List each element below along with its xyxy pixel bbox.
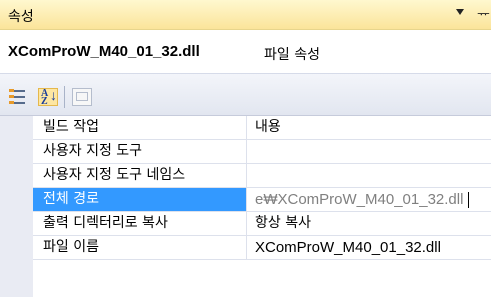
- property-value[interactable]: 내용: [255, 116, 491, 139]
- panel-title: 속성: [8, 9, 34, 25]
- property-value-field[interactable]: e₩XComProW_M40_01_32.dll: [255, 188, 491, 211]
- property-value[interactable]: 항상 복사: [255, 212, 491, 235]
- property-name: 빌드 작업: [43, 119, 99, 135]
- grid-gutter: [0, 116, 33, 297]
- property-name: 사용자 지정 도구: [43, 143, 143, 159]
- property-name: 출력 디렉터리로 복사: [43, 215, 168, 231]
- object-selector[interactable]: XComProW_M40_01_32.dll 파일 속성: [0, 30, 491, 74]
- column-divider[interactable]: [246, 188, 247, 212]
- property-row[interactable]: 사용자 지정 도구 네임스: [33, 164, 491, 188]
- property-grid: 빌드 작업 내용 사용자 지정 도구 사용자 지정 도구 네임스 전체 경로 e…: [0, 116, 491, 297]
- properties-toolbar: A Z ↓: [0, 74, 491, 116]
- property-pages-button[interactable]: [72, 88, 92, 106]
- pushpin-icon[interactable]: ᅲ: [477, 4, 490, 24]
- text-caret: [468, 192, 469, 208]
- property-value[interactable]: [255, 140, 491, 163]
- column-divider[interactable]: [246, 116, 247, 140]
- object-name: XComProW_M40_01_32.dll: [8, 43, 200, 60]
- column-divider[interactable]: [246, 164, 247, 188]
- alphabetical-button[interactable]: A Z ↓: [38, 88, 58, 107]
- column-divider[interactable]: [246, 140, 247, 164]
- column-divider[interactable]: [246, 236, 247, 260]
- toolbar-separator: [64, 86, 65, 108]
- chevron-down-icon[interactable]: [456, 9, 464, 15]
- property-name: 파일 이름: [43, 239, 99, 255]
- property-row[interactable]: 사용자 지정 도구: [33, 140, 491, 164]
- property-name: 사용자 지정 도구 네임스: [43, 167, 186, 183]
- property-row[interactable]: 빌드 작업 내용: [33, 116, 491, 140]
- properties-panel: 속성 ᅲ XComProW_M40_01_32.dll 파일 속성 AZ↓: [0, 0, 491, 297]
- panel-title-bar[interactable]: 속성 ᅲ: [0, 0, 491, 30]
- property-row-selected[interactable]: 전체 경로 e₩XComProW_M40_01_32.dll: [33, 188, 491, 212]
- object-type: 파일 속성: [264, 47, 320, 63]
- property-value[interactable]: [255, 164, 491, 187]
- property-row[interactable]: 파일 이름 XComProW_M40_01_32.dll: [33, 236, 491, 260]
- property-row[interactable]: 출력 디렉터리로 복사 항상 복사: [33, 212, 491, 236]
- property-name: 전체 경로: [33, 188, 246, 211]
- categorized-button[interactable]: [8, 88, 28, 106]
- property-value[interactable]: XComProW_M40_01_32.dll: [255, 236, 491, 259]
- property-pages-icon: [76, 92, 88, 101]
- column-divider[interactable]: [246, 212, 247, 236]
